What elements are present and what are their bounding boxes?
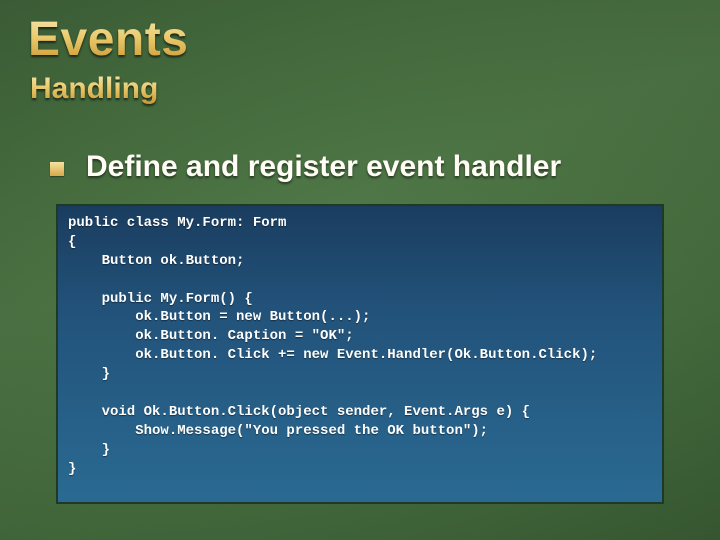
slide: Events Handling Define and register even… [0,0,720,540]
slide-title: Events [28,12,188,67]
bullet-square-icon [50,162,64,176]
code-block: public class My.Form: Form { Button ok.B… [56,204,664,504]
bullet-text: Define and register event handler [86,150,561,184]
bullet-item: Define and register event handler [50,150,561,184]
slide-subtitle: Handling [30,72,158,106]
